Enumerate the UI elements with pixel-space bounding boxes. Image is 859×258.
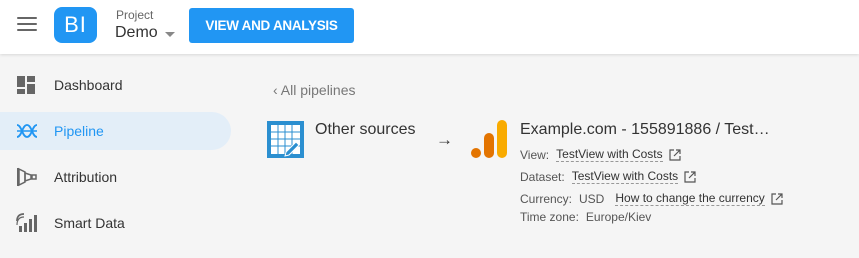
bi-logo[interactable]: BI xyxy=(54,7,97,43)
view-and-analysis-button[interactable]: VIEW AND ANALYSIS xyxy=(189,8,354,43)
external-link-icon[interactable] xyxy=(684,170,696,183)
currency-row: Currency: USD How to change the currency xyxy=(520,191,783,206)
sidebar-item-label: Pipeline xyxy=(54,123,104,139)
project-name: Demo xyxy=(115,24,158,41)
other-sources-icon xyxy=(267,121,304,158)
dashboard-icon xyxy=(17,76,35,94)
sidebar-item-smart-data[interactable]: Smart Data xyxy=(0,204,231,242)
attribution-icon xyxy=(17,167,37,187)
destination-title[interactable]: Example.com - 155891886 / Test… xyxy=(520,121,770,139)
external-link-icon[interactable] xyxy=(771,192,783,205)
dataset-link[interactable]: TestView with Costs xyxy=(571,169,679,184)
timezone-value: Europe/Kiev xyxy=(585,210,652,224)
sidebar-item-attribution[interactable]: Attribution xyxy=(0,158,231,196)
top-bar: BI Project Demo VIEW AND ANALYSIS xyxy=(0,0,859,54)
pipeline-icon xyxy=(16,124,38,138)
smart-data-icon xyxy=(16,213,37,232)
timezone-row: Time zone: Europe/Kiev xyxy=(520,210,662,224)
project-selector[interactable]: Demo xyxy=(115,24,175,42)
currency-value: USD xyxy=(579,191,605,206)
sidebar-item-label: Dashboard xyxy=(54,77,123,93)
sidebar-item-label: Smart Data xyxy=(54,215,125,231)
pipeline-arrow: → xyxy=(436,130,453,149)
dataset-label: Dataset: xyxy=(520,169,565,184)
sidebar-item-label: Attribution xyxy=(54,169,118,185)
change-currency-link[interactable]: How to change the currency xyxy=(615,191,765,206)
view-label: View: xyxy=(520,147,550,162)
external-link-icon[interactable] xyxy=(669,148,681,161)
sidebar-item-dashboard[interactable]: Dashboard xyxy=(0,66,231,104)
analytics-icon xyxy=(471,120,507,158)
timezone-label: Time zone: xyxy=(520,210,579,224)
view-link[interactable]: TestView with Costs xyxy=(556,147,663,162)
source-label: Other sources xyxy=(315,121,416,138)
all-pipelines-link[interactable]: ‹ All pipelines xyxy=(273,82,356,98)
caret-down-icon xyxy=(164,31,175,37)
currency-label: Currency: xyxy=(520,191,573,206)
view-row: View: TestView with Costs xyxy=(520,147,681,162)
dataset-row: Dataset: TestView with Costs xyxy=(520,169,696,184)
project-label: Project xyxy=(116,8,154,22)
hamburger-menu-icon[interactable] xyxy=(17,17,37,33)
sidebar-item-pipeline[interactable]: Pipeline xyxy=(0,112,231,150)
